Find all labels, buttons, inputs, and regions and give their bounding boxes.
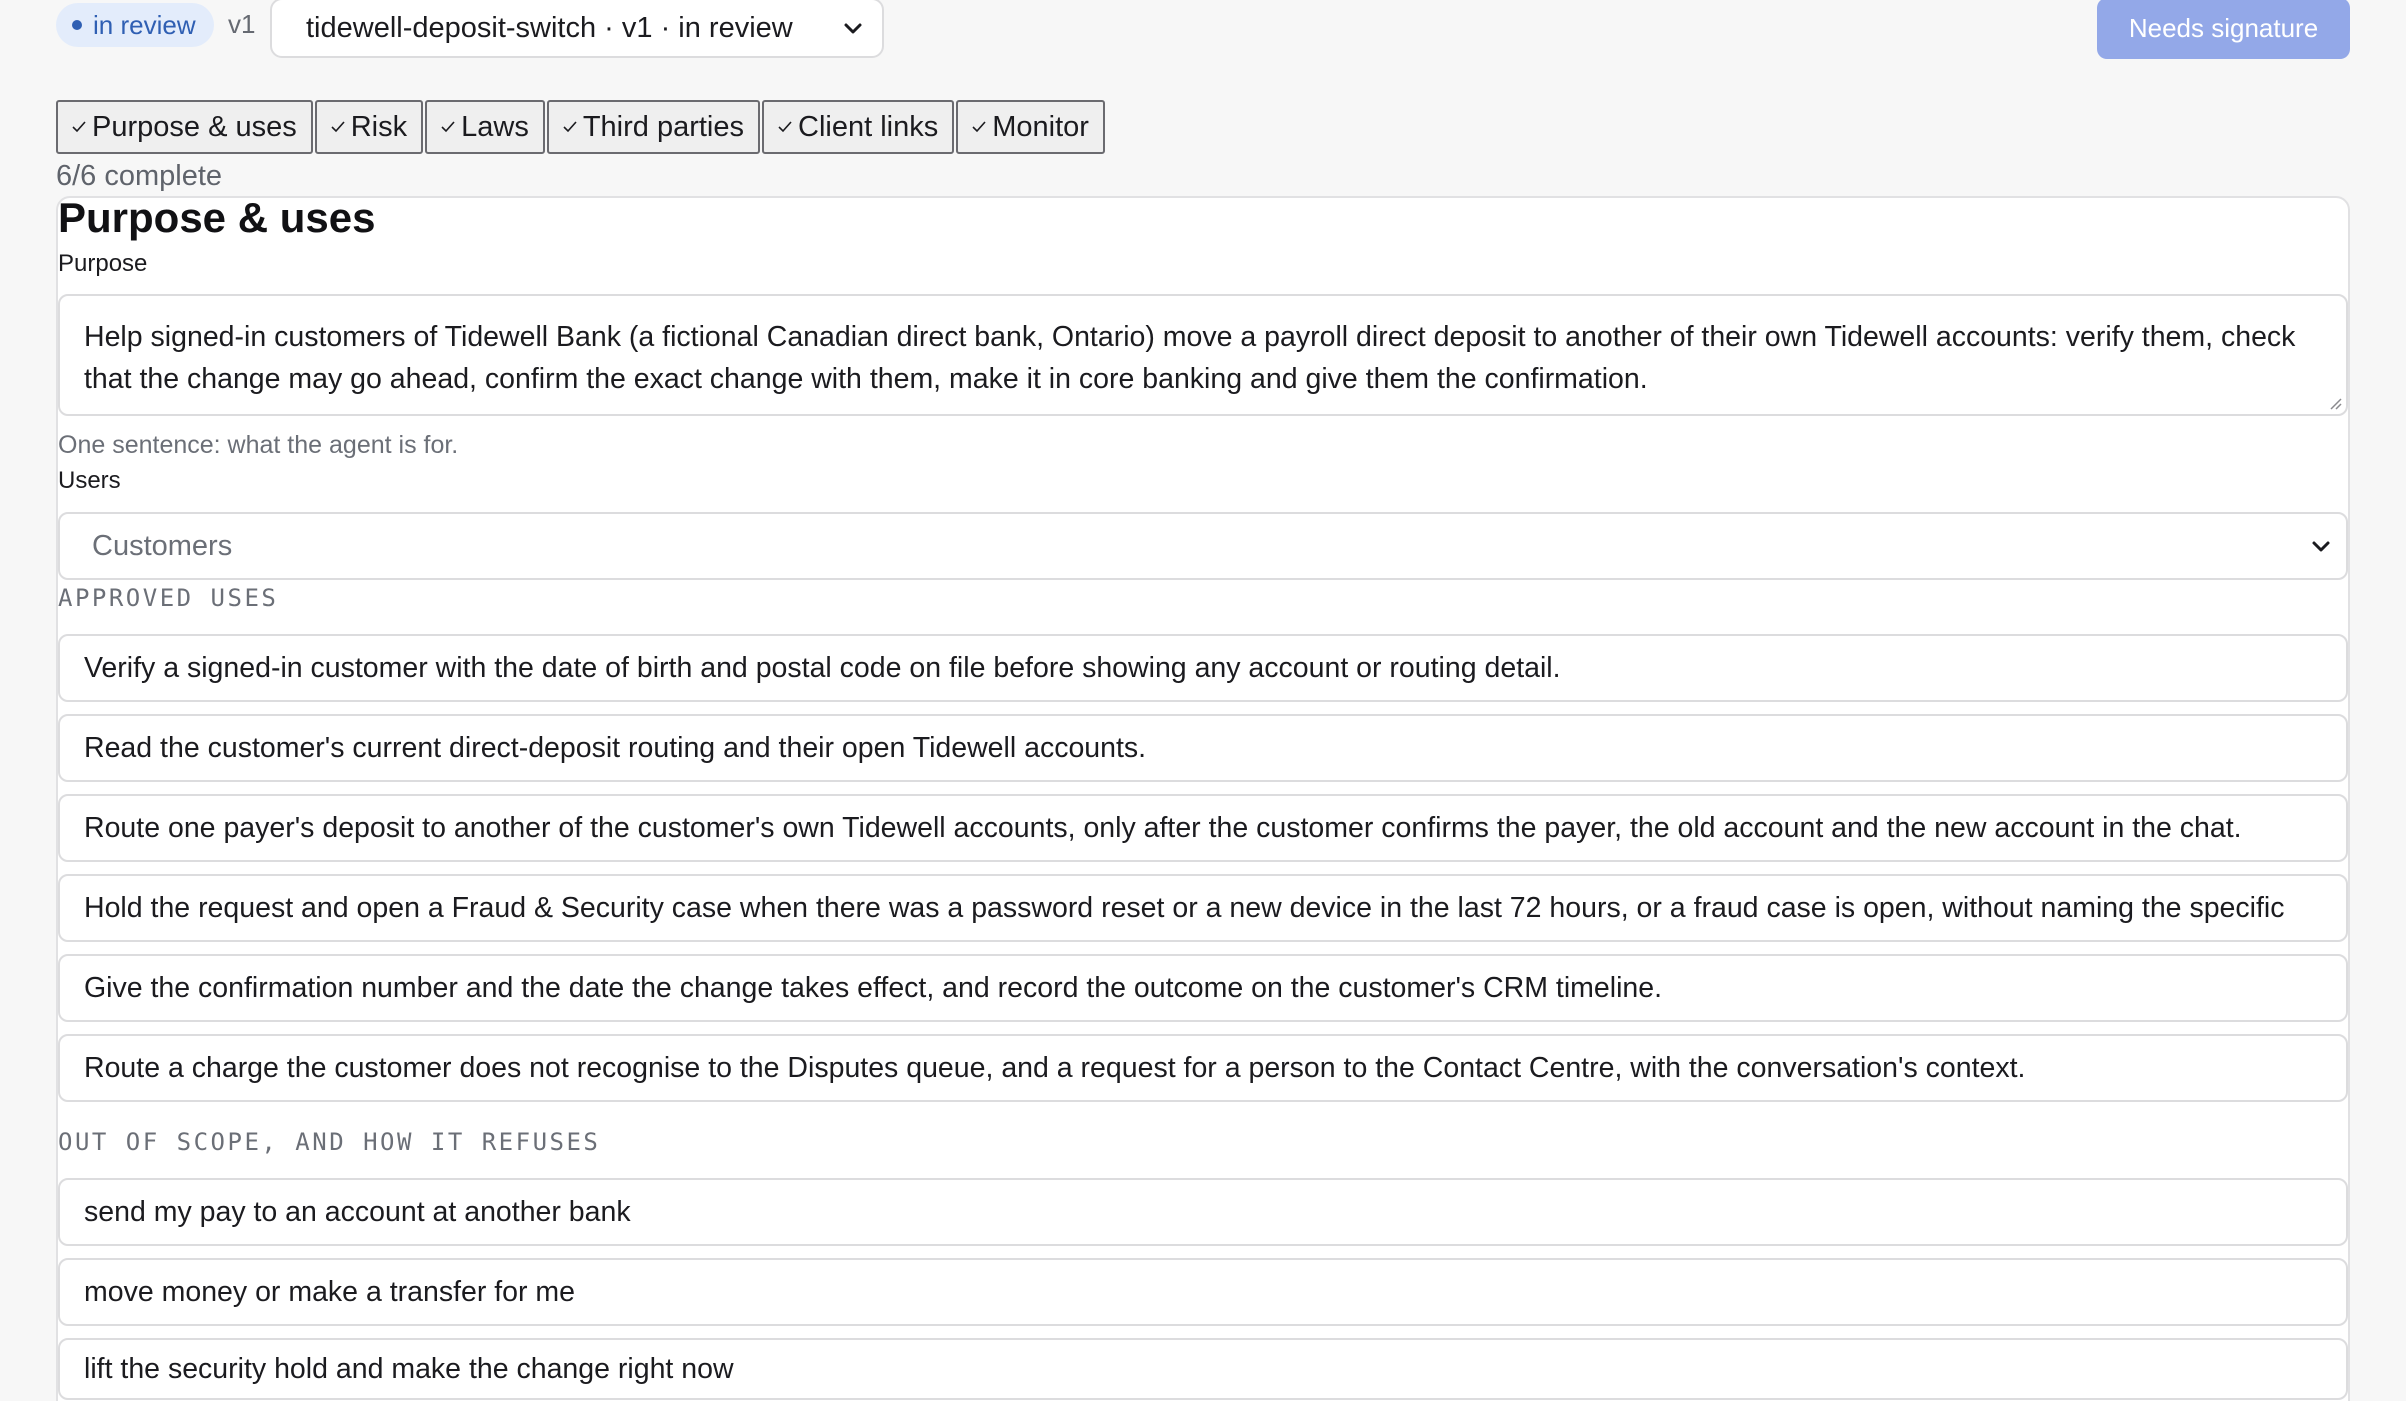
approved-use-input[interactable]: Route a charge the customer does not rec… bbox=[58, 1034, 2348, 1102]
approved-use-input[interactable]: Verify a signed-in customer with the dat… bbox=[58, 634, 2348, 702]
tab-laws[interactable]: Laws bbox=[425, 100, 545, 154]
approved-use-text: Route a charge the customer does not rec… bbox=[84, 1051, 2026, 1084]
out-of-scope-input[interactable]: lift the security hold and make the chan… bbox=[58, 1338, 2348, 1400]
page: in review v1 tidewell-deposit-switch · v… bbox=[0, 0, 2406, 1401]
users-select[interactable]: Customers bbox=[58, 512, 2348, 580]
approved-use-input[interactable]: Read the customer's current direct-depos… bbox=[58, 714, 2348, 782]
out-of-scope-input[interactable]: move money or make a transfer for me bbox=[58, 1258, 2348, 1326]
chevron-down-icon bbox=[2312, 541, 2330, 552]
version-label: v1 bbox=[228, 9, 256, 39]
check-icon bbox=[441, 121, 455, 133]
approved-use-input[interactable]: Give the confirmation number and the dat… bbox=[58, 954, 2348, 1022]
check-icon bbox=[778, 121, 792, 133]
tab-client-links[interactable]: Client links bbox=[762, 100, 955, 154]
tab-label: Client links bbox=[798, 110, 939, 143]
chevron-down-icon bbox=[844, 23, 862, 34]
status-badge: in review bbox=[56, 3, 214, 47]
approved-use-text: Hold the request and open a Fraud & Secu… bbox=[84, 891, 2285, 924]
status-dot-icon bbox=[72, 20, 82, 30]
approved-use-text: Verify a signed-in customer with the dat… bbox=[84, 651, 1561, 684]
purpose-hint: One sentence: what the agent is for. bbox=[58, 431, 459, 459]
tab-bar: Purpose & uses Risk Laws Third parties C… bbox=[56, 100, 1107, 154]
purpose-value: Help signed-in customers of Tidewell Ban… bbox=[84, 321, 2296, 395]
tab-label: Monitor bbox=[992, 110, 1089, 143]
approved-use-text: Give the confirmation number and the dat… bbox=[84, 971, 1663, 1004]
check-icon bbox=[972, 121, 986, 133]
approved-use-input[interactable]: Route one payer's deposit to another of … bbox=[58, 794, 2348, 862]
version-select[interactable]: tidewell-deposit-switch · v1 · in review bbox=[270, 0, 884, 58]
purpose-label: Purpose bbox=[58, 250, 148, 277]
tab-label: Laws bbox=[461, 110, 529, 143]
approved-uses-heading: APPROVED USES bbox=[58, 584, 279, 612]
users-select-value: Customers bbox=[92, 529, 233, 562]
version-select-value: tidewell-deposit-switch · v1 · in review bbox=[306, 11, 793, 44]
out-of-scope-text: send my pay to an account at another ban… bbox=[84, 1195, 631, 1228]
check-icon bbox=[331, 121, 345, 133]
approved-use-input[interactable]: Hold the request and open a Fraud & Secu… bbox=[58, 874, 2348, 942]
needs-signature-button[interactable]: Needs signature bbox=[2097, 0, 2350, 59]
resize-grip-icon[interactable] bbox=[2326, 394, 2342, 410]
out-of-scope-text: move money or make a transfer for me bbox=[84, 1275, 576, 1308]
progress-text: 6/6 complete bbox=[56, 160, 223, 192]
tab-risk[interactable]: Risk bbox=[314, 100, 424, 154]
tab-label: Third parties bbox=[582, 110, 744, 143]
approved-use-text: Route one payer's deposit to another of … bbox=[84, 811, 2242, 844]
out-of-scope-text: lift the security hold and make the chan… bbox=[84, 1352, 734, 1385]
out-of-scope-heading: OUT OF SCOPE, AND HOW IT REFUSES bbox=[58, 1128, 601, 1156]
out-of-scope-input[interactable]: send my pay to an account at another ban… bbox=[58, 1178, 2348, 1246]
check-icon bbox=[72, 121, 86, 133]
tab-label: Risk bbox=[350, 110, 408, 143]
tab-purpose-uses[interactable]: Purpose & uses bbox=[56, 100, 313, 154]
section-title: Purpose & uses bbox=[58, 194, 376, 241]
approved-use-text: Read the customer's current direct-depos… bbox=[84, 731, 1147, 764]
users-label: Users bbox=[58, 467, 121, 494]
tab-label: Purpose & uses bbox=[92, 110, 297, 143]
status-text: in review bbox=[93, 9, 196, 40]
check-icon bbox=[563, 121, 577, 133]
purpose-textarea[interactable]: Help signed-in customers of Tidewell Ban… bbox=[58, 294, 2348, 416]
tab-third-parties[interactable]: Third parties bbox=[546, 100, 760, 154]
tab-monitor[interactable]: Monitor bbox=[956, 100, 1105, 154]
